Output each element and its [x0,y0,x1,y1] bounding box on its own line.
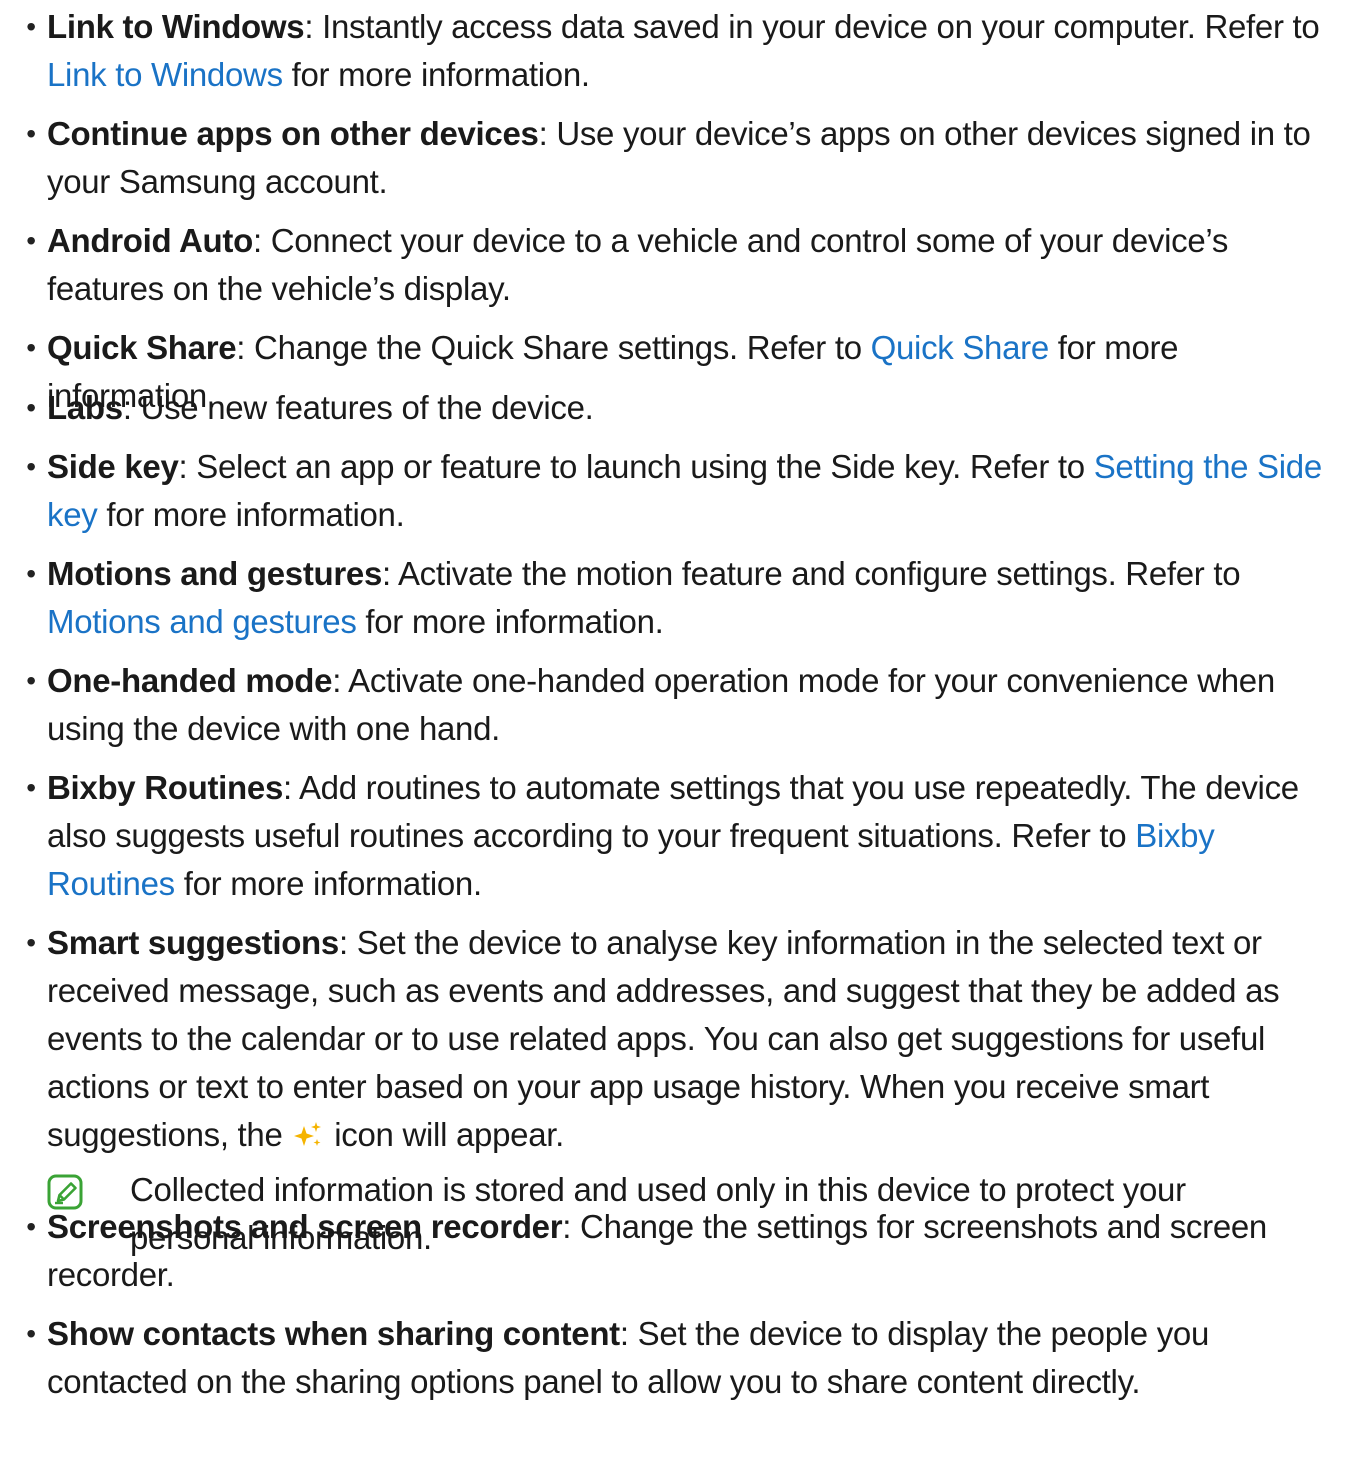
item-term: Quick Share [47,329,237,366]
bullet: • [26,1211,36,1242]
bullet: • [26,332,36,363]
item-description: Change the Quick Share settings. Refer t… [254,329,871,366]
item-term: One-handed mode [47,662,333,699]
item-description: Use new features of the device. [140,389,594,426]
note-pencil-icon [47,1174,83,1210]
item-term: Motions and gestures [47,555,383,592]
note-text: Collected information is stored and used… [130,1171,1186,1256]
bullet: • [26,118,36,149]
bullet: • [26,451,36,482]
manual-page: • Link to Windows: Instantly access data… [0,0,1346,1475]
item-term: Show contacts when sharing content [47,1315,620,1352]
item-description: Select an app or feature to launch using… [196,448,1094,485]
motions-and-gestures-link[interactable]: Motions and gestures [47,603,357,640]
quick-share-link[interactable]: Quick Share [871,329,1050,366]
item-term: Smart suggestions [47,924,339,961]
sparkle-icon [294,1122,322,1146]
bullet: • [26,11,36,42]
item-description: Activate the motion feature and configur… [397,555,1241,592]
bullet: • [26,558,36,589]
item-term: Android Auto [47,222,253,259]
item-term: Link to Windows [47,8,305,45]
bullet: • [26,1318,36,1349]
bullet: • [26,927,36,958]
item-description: Instantly access data saved in your devi… [322,8,1320,45]
bullet: • [26,225,36,256]
item-term: Bixby Routines [47,769,284,806]
item-term: Continue apps on other devices [47,115,539,152]
bullet: • [26,665,36,696]
bullet: • [26,772,36,803]
bullet: • [26,392,36,423]
item-term: Labs [47,389,123,426]
link-to-windows-link[interactable]: Link to Windows [47,56,283,93]
item-term: Side key [47,448,179,485]
